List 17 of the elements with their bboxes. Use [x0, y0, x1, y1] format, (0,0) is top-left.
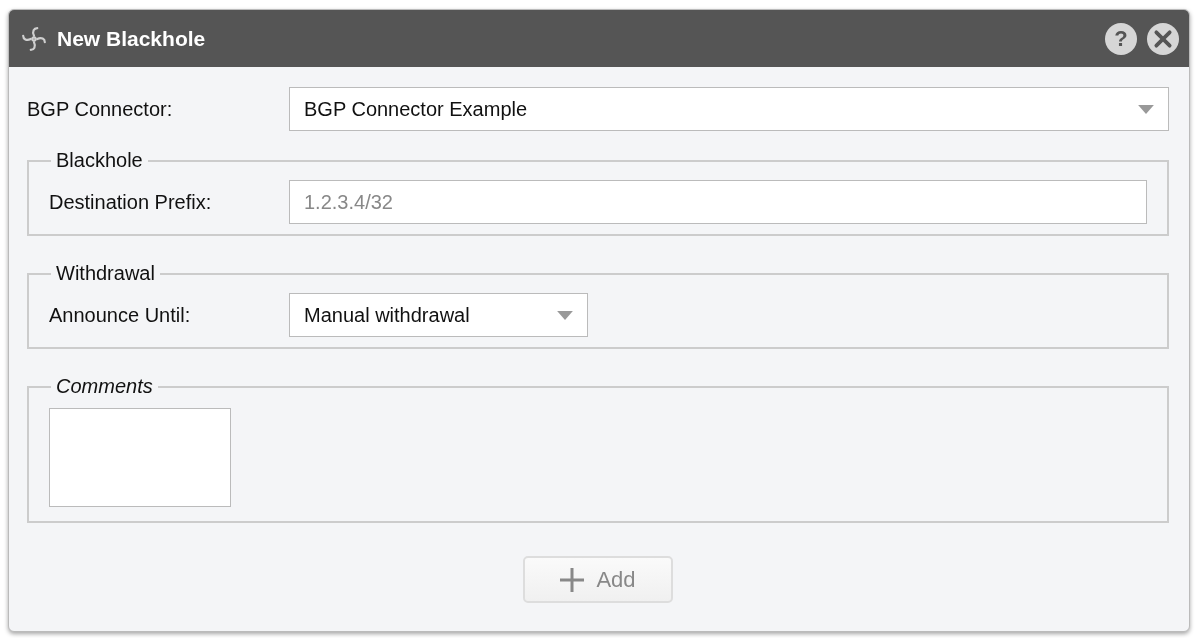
group-title: Blackhole: [55, 149, 144, 172]
window-title: New Blackhole: [57, 26, 206, 51]
connector-select[interactable]: BGP Connector Example: [289, 87, 1169, 131]
caret-icon: [557, 310, 573, 320]
prefix-field[interactable]: 1.2.3.4/32: [289, 180, 1147, 224]
comments-field[interactable]: [49, 408, 231, 507]
swirl-icon: [21, 25, 47, 52]
plus-icon: [560, 567, 585, 592]
group-title: Withdrawal: [55, 262, 156, 285]
announce-select[interactable]: Manual withdrawal: [289, 293, 588, 337]
group-title: Comments: [55, 375, 154, 398]
field-label: Announce Until:: [49, 303, 192, 327]
field-label: Destination Prefix:: [49, 190, 213, 214]
close-icon[interactable]: [1147, 22, 1179, 55]
help-button[interactable]: ?: [1105, 22, 1137, 55]
field-label: BGP Connector:: [27, 97, 174, 121]
caret-icon: [1138, 104, 1154, 114]
